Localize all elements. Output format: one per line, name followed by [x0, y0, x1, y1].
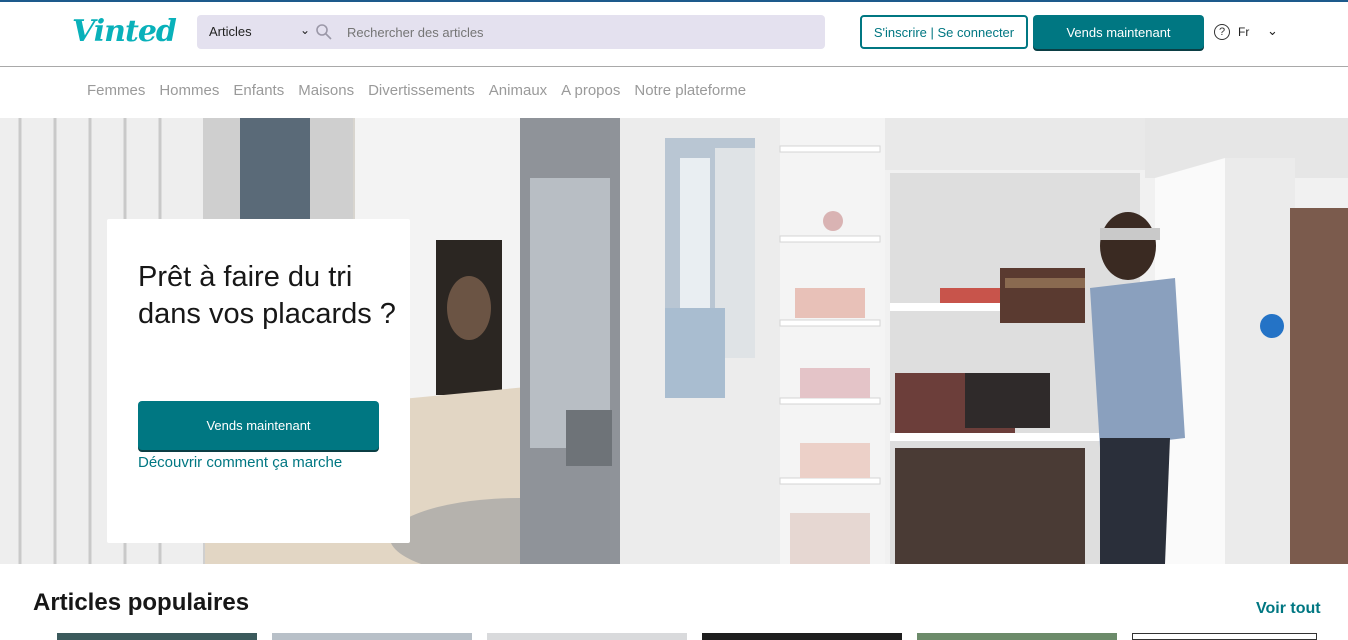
nav-item-plateforme[interactable]: Notre plateforme [634, 82, 746, 102]
item-thumbnail[interactable] [917, 633, 1117, 640]
chevron-down-icon[interactable]: ⌄ [300, 23, 310, 37]
see-all-link[interactable]: Voir tout [1256, 600, 1321, 618]
item-thumbnail[interactable] [1132, 633, 1317, 640]
hero-title: Prêt à faire du tri dans vos placards ? [138, 261, 396, 330]
help-icon[interactable]: ? [1214, 24, 1230, 40]
language-selector[interactable]: Fr [1238, 25, 1249, 39]
hero-sell-button[interactable]: Vends maintenant [138, 401, 379, 450]
search-icon [316, 24, 332, 40]
search-category-select[interactable]: Articles [209, 24, 252, 39]
item-thumbnail[interactable] [57, 633, 257, 640]
sell-now-button[interactable]: Vends maintenant [1033, 15, 1204, 49]
nav-item-animaux[interactable]: Animaux [489, 82, 547, 102]
nav-item-a-propos[interactable]: A propos [561, 82, 620, 102]
chevron-down-icon[interactable]: ⌄ [1267, 23, 1278, 39]
popular-items-title: Articles populaires [33, 589, 250, 616]
how-it-works-link[interactable]: Découvrir comment ça marche [138, 454, 342, 471]
item-thumbnail[interactable] [702, 633, 902, 640]
vinted-logo[interactable]: Vinted [72, 14, 177, 49]
search-bar: Articles ⌄ [197, 15, 825, 49]
signup-login-button[interactable]: S'inscrire | Se connecter [860, 15, 1028, 49]
hero-card: Prêt à faire du tri dans vos placards ? … [107, 219, 410, 543]
item-thumbnail[interactable] [487, 633, 687, 640]
nav-item-enfants[interactable]: Enfants [233, 82, 284, 102]
item-thumbnail[interactable] [272, 633, 472, 640]
search-input[interactable] [347, 23, 487, 41]
category-nav: Femmes Hommes Enfants Maisons Divertisse… [87, 82, 746, 102]
nav-item-hommes[interactable]: Hommes [159, 82, 219, 102]
nav-item-femmes[interactable]: Femmes [87, 82, 145, 102]
nav-item-maisons[interactable]: Maisons [298, 82, 354, 102]
nav-item-divertissements[interactable]: Divertissements [368, 82, 475, 102]
site-header: Vinted Articles ⌄ S'inscrire | Se connec… [0, 2, 1348, 67]
